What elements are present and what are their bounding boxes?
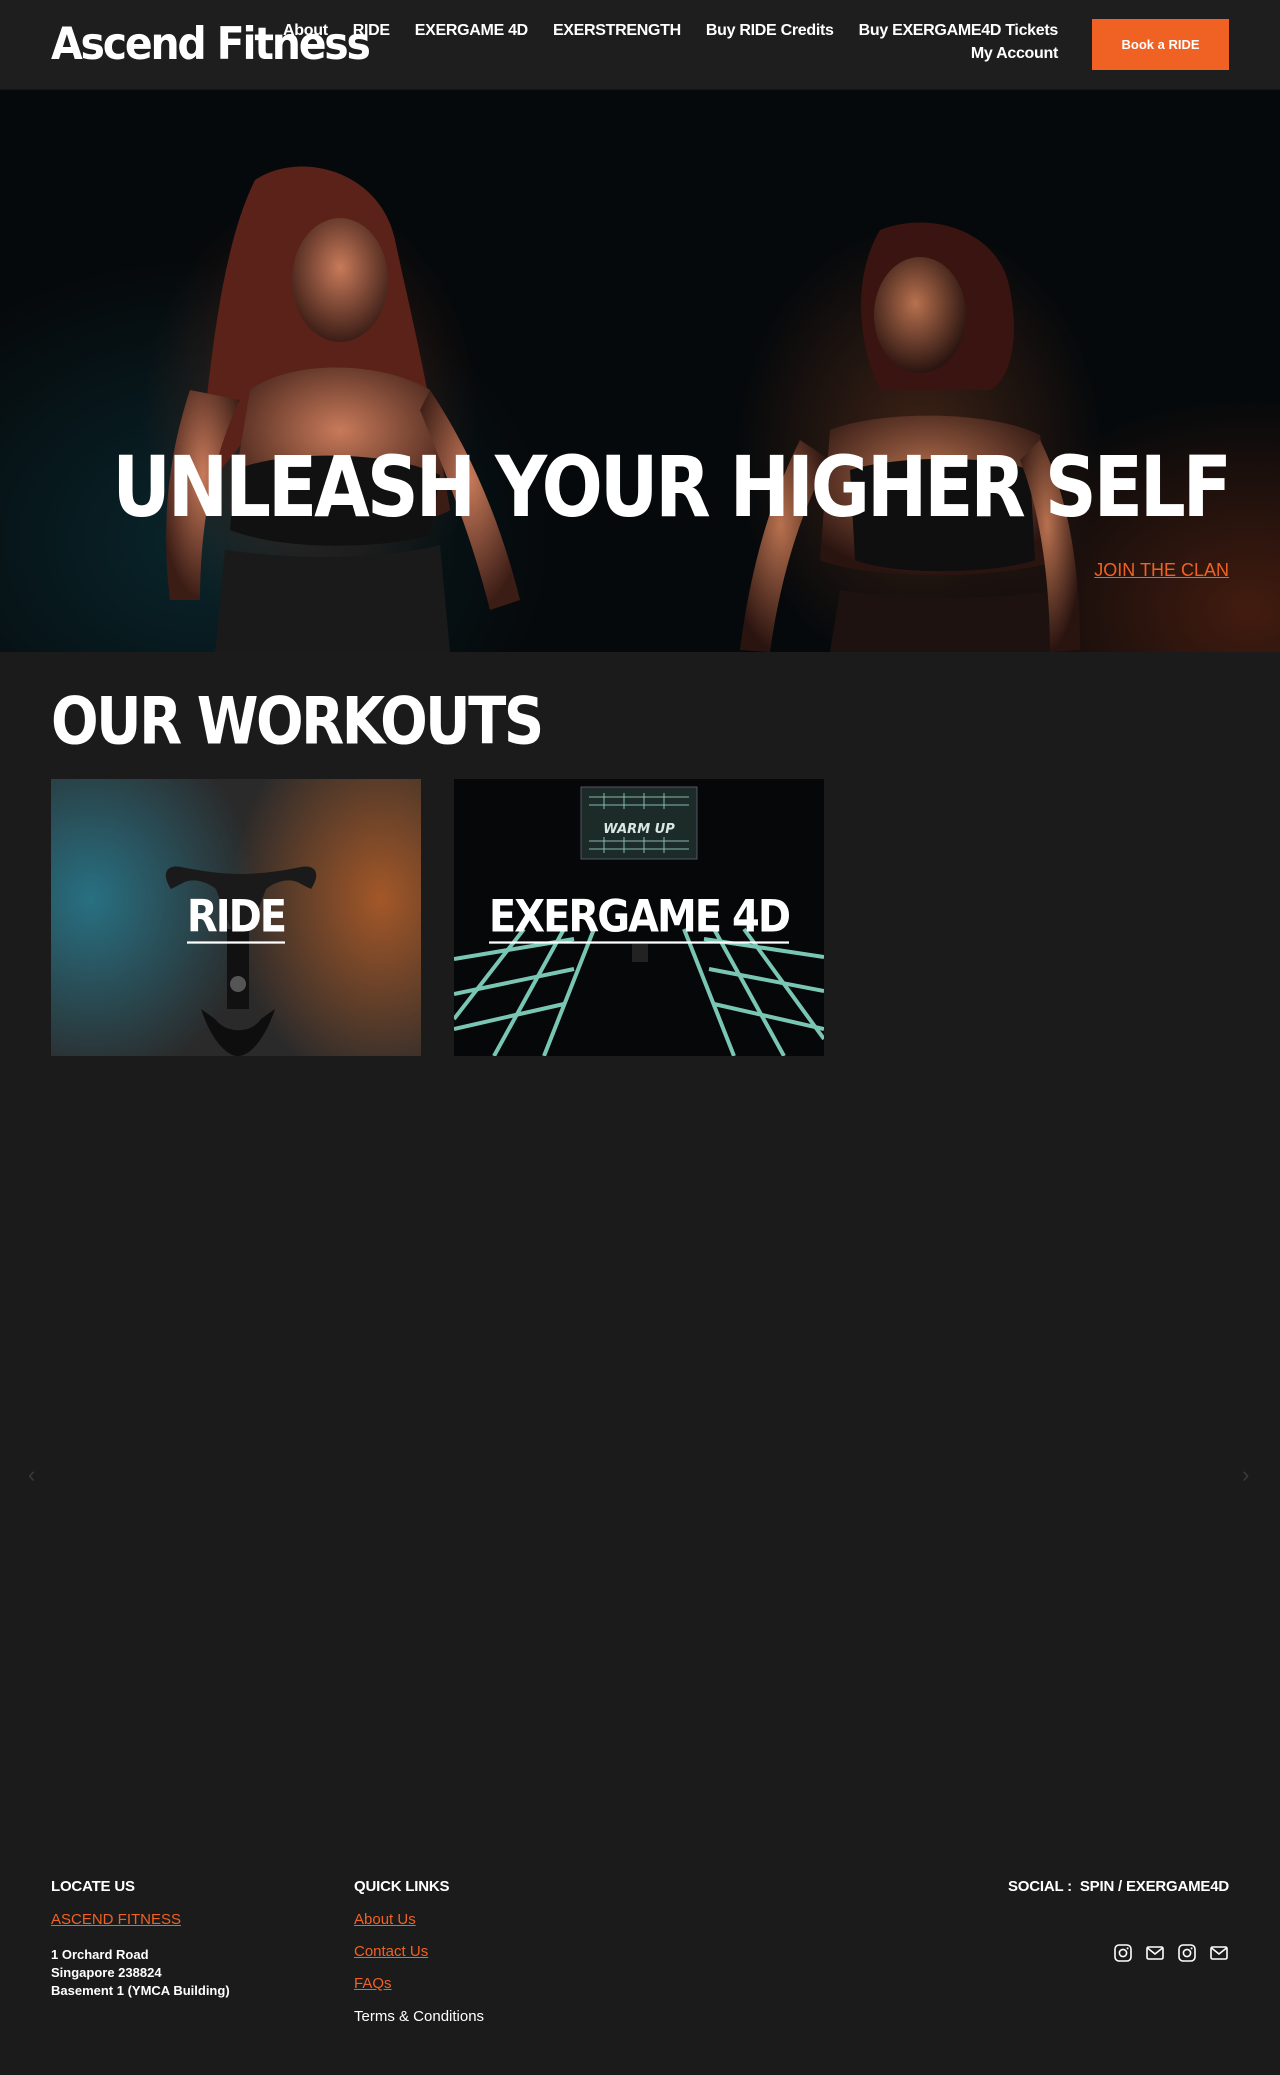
- workout-card-exergame-4d[interactable]: WARM UP EXERGAME 4D: [454, 779, 824, 1056]
- nav-exergame-4d[interactable]: EXERGAME 4D: [415, 22, 528, 40]
- carousel-prev-arrow[interactable]: ‹: [28, 1462, 35, 1488]
- ride-card-label: RIDE: [186, 891, 287, 944]
- instagram-icon[interactable]: [1113, 1943, 1133, 1963]
- social-heading: SOCIAL : SPIN / EXERGAME4D: [1007, 1878, 1229, 1895]
- nav-exerstrength[interactable]: EXERSTRENGTH: [553, 22, 681, 40]
- quick-links-heading: QUICK LINKS: [354, 1878, 450, 1895]
- join-the-clan-link[interactable]: JOIN THE CLAN: [1094, 560, 1229, 581]
- mail-icon[interactable]: [1145, 1943, 1165, 1963]
- address-line-1: 1 Orchard Road: [51, 1947, 149, 1962]
- site-footer: LOCATE US ASCEND FITNESS 1 Orchard Road …: [0, 1860, 1280, 2075]
- address-line-3: Basement 1 (YMCA Building): [51, 1983, 230, 1998]
- nav-buy-exergame-tickets[interactable]: Buy EXERGAME4D Tickets: [859, 22, 1059, 40]
- workout-card-ride[interactable]: RIDE: [51, 779, 421, 1056]
- terms-link[interactable]: Terms & Conditions: [354, 2008, 484, 2025]
- contact-us-link[interactable]: Contact Us: [354, 1943, 428, 1960]
- social-icons: [1113, 1943, 1229, 1963]
- nav-buy-ride-credits[interactable]: Buy RIDE Credits: [706, 22, 834, 40]
- main-nav: About RIDE EXERGAME 4D EXERSTRENGTH Buy …: [283, 22, 1058, 40]
- nav-my-account[interactable]: My Account: [971, 45, 1058, 62]
- carousel-next-arrow[interactable]: ›: [1242, 1462, 1249, 1488]
- nav-about[interactable]: About: [283, 22, 328, 40]
- address-line-2: Singapore 238824: [51, 1965, 162, 1980]
- nav-ride[interactable]: RIDE: [353, 22, 390, 40]
- ascend-fitness-link[interactable]: ASCEND FITNESS: [51, 1911, 181, 1928]
- warm-up-screen-text: WARM UP: [603, 822, 675, 837]
- locate-us-heading: LOCATE US: [51, 1878, 135, 1895]
- hero-photo: [166, 166, 1080, 652]
- exergame-card-label: EXERGAME 4D: [488, 891, 791, 944]
- workouts-title: OUR WORKOUTS: [51, 684, 544, 760]
- hero-banner: UNLEASH YOUR HIGHER SELF JOIN THE CLAN: [0, 90, 1280, 652]
- instagram-icon[interactable]: [1177, 1943, 1197, 1963]
- faqs-link[interactable]: FAQs: [354, 1975, 392, 1992]
- mail-icon[interactable]: [1209, 1943, 1229, 1963]
- book-ride-button[interactable]: Book a RIDE: [1092, 19, 1229, 70]
- about-us-link[interactable]: About Us: [354, 1911, 416, 1928]
- site-header: Ascend Fitness About RIDE EXERGAME 4D EX…: [0, 0, 1280, 90]
- hero-title: UNLEASH YOUR HIGHER SELF: [112, 438, 1232, 536]
